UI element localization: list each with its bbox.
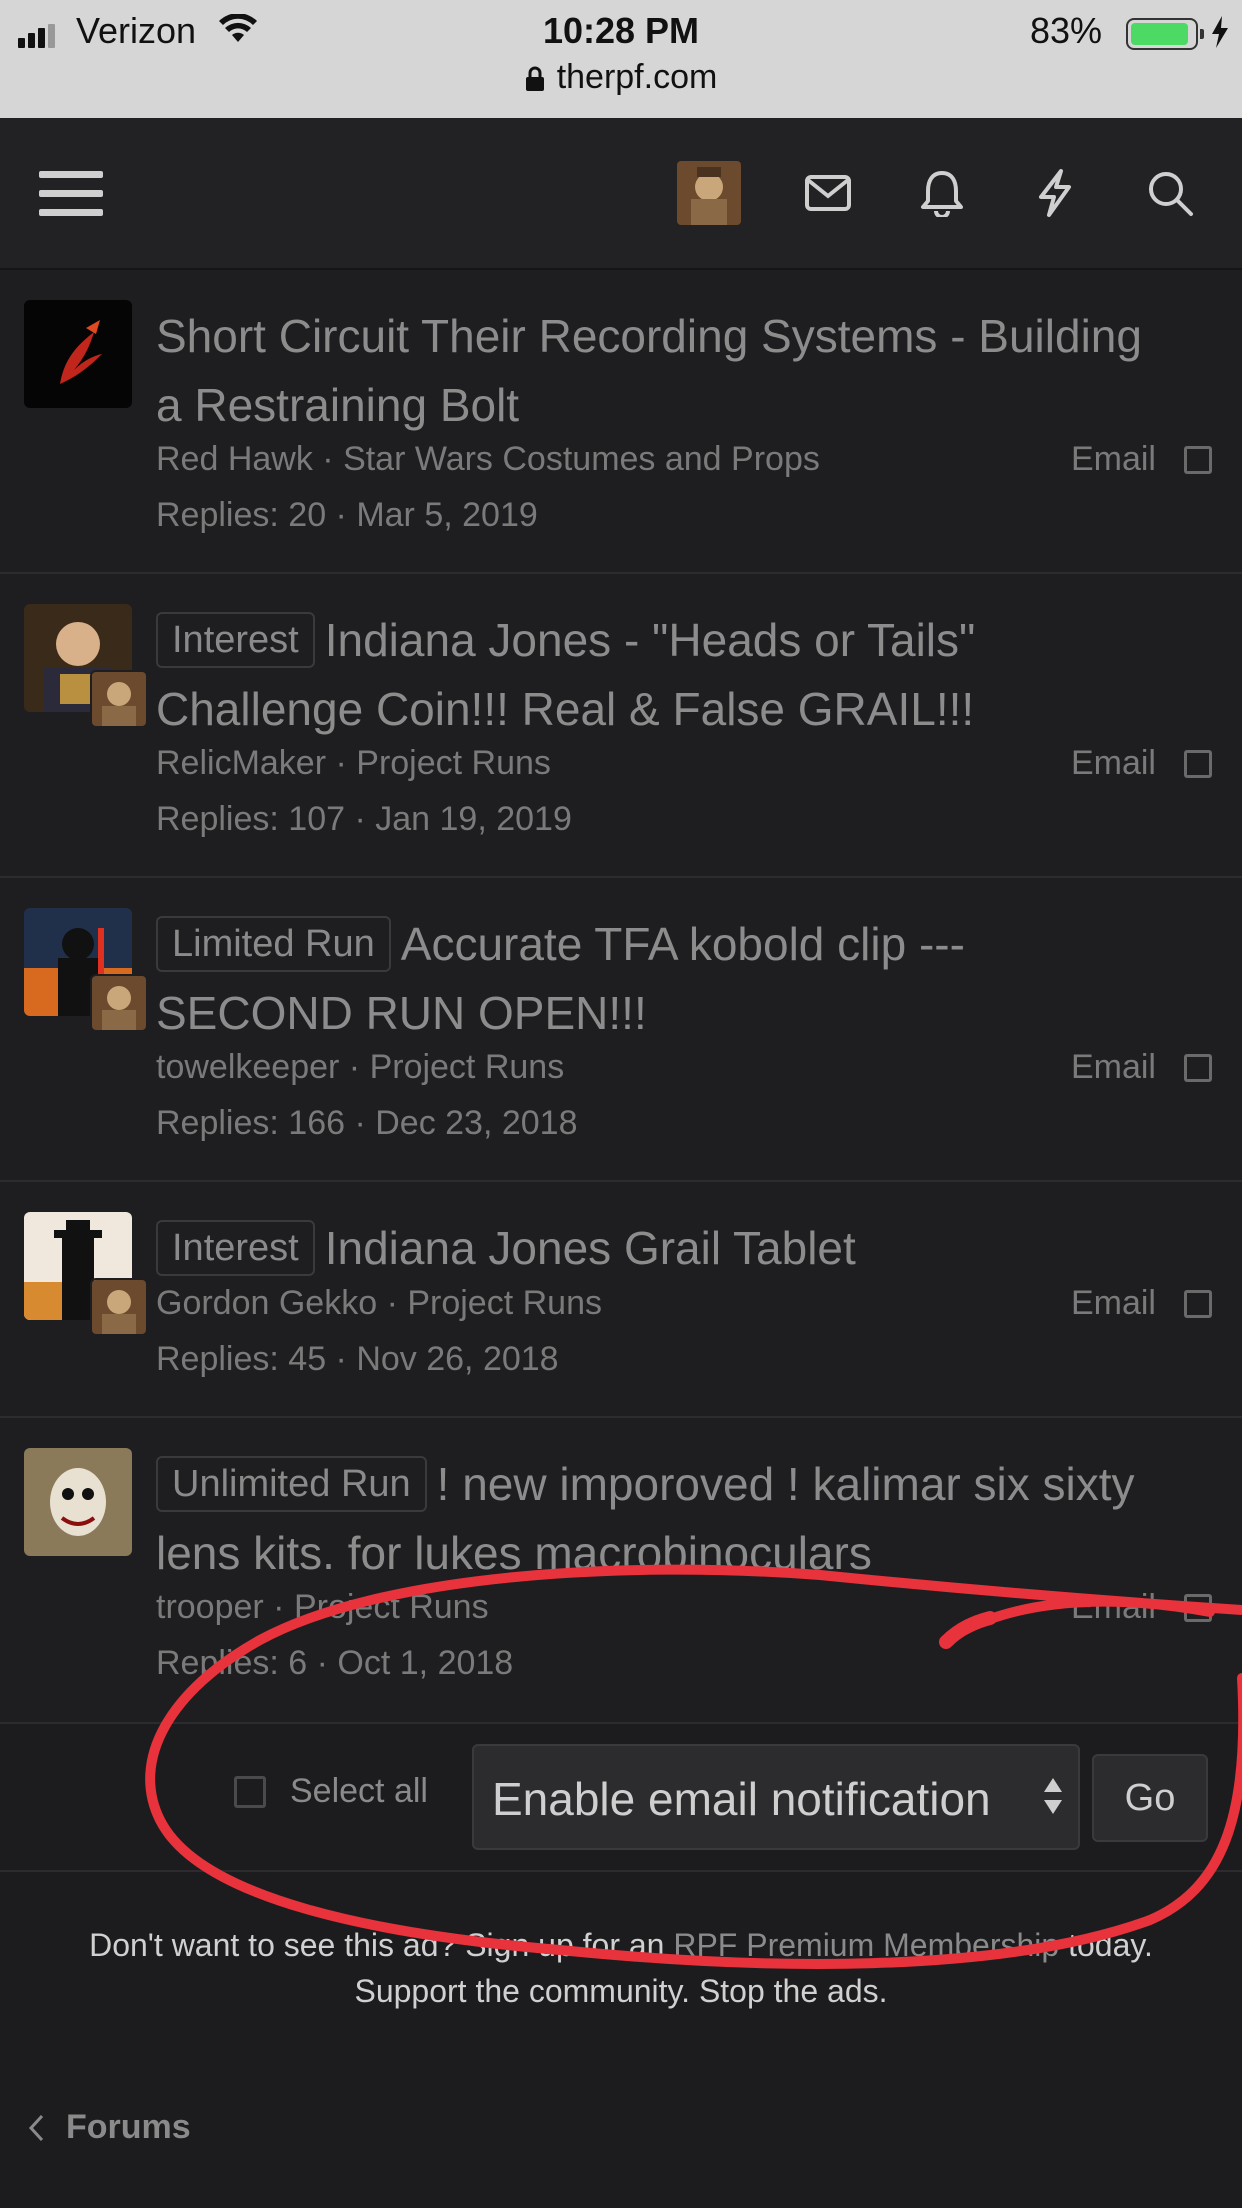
user-avatar-button[interactable]: [676, 118, 742, 268]
thread-stats: Replies: 166 · Dec 23, 2018: [156, 1104, 578, 1142]
thread-author-forum: trooper · Project Runs: [156, 1588, 489, 1626]
thread-checkbox[interactable]: [1184, 446, 1212, 474]
last-poster-avatar[interactable]: [90, 670, 148, 728]
thread-checkbox[interactable]: [1184, 1054, 1212, 1082]
thread-forum[interactable]: Project Runs: [294, 1588, 489, 1626]
top-navbar: [0, 118, 1242, 270]
bell-icon: [921, 171, 963, 217]
thread-title[interactable]: Interest Indiana Jones Grail Tablet: [156, 1214, 1156, 1283]
email-label: Email: [1070, 1284, 1156, 1322]
alerts-button[interactable]: [902, 118, 982, 268]
menu-button[interactable]: [36, 118, 106, 268]
thread-stats: Replies: 20 · Mar 5, 2019: [156, 496, 538, 534]
email-label: Email: [1070, 744, 1156, 782]
thread-row[interactable]: Interest Indiana Jones - "Heads or Tails"…: [0, 574, 1242, 878]
thread-author-forum: RelicMaker · Project Runs: [156, 744, 551, 782]
last-poster-avatar[interactable]: [90, 1278, 148, 1336]
lock-icon: [525, 62, 545, 101]
whats-new-button[interactable]: [1015, 118, 1095, 268]
thread-title[interactable]: Unlimited Run! new imporoved ! kalimar s…: [156, 1450, 1156, 1588]
search-button[interactable]: [1130, 118, 1210, 268]
thread-checkbox[interactable]: [1184, 750, 1212, 778]
thread-forum[interactable]: Project Runs: [407, 1284, 602, 1322]
thread-forum[interactable]: Star Wars Costumes and Props: [343, 440, 820, 478]
avatar[interactable]: [24, 300, 132, 408]
email-label: Email: [1070, 1048, 1156, 1086]
thread-title[interactable]: Limited Run Accurate TFA kobold clip --- …: [156, 910, 1156, 1048]
menu-icon: [39, 159, 103, 228]
avatar: [677, 161, 741, 225]
thread-checkbox[interactable]: [1184, 1594, 1212, 1622]
thread-author[interactable]: trooper: [156, 1588, 264, 1626]
thread-author-forum: Red Hawk · Star Wars Costumes and Props: [156, 440, 820, 478]
inbox-button[interactable]: [788, 118, 868, 268]
thread-stats: Replies: 107 · Jan 19, 2019: [156, 800, 572, 838]
thread-forum[interactable]: Project Runs: [370, 1048, 565, 1086]
email-label: Email: [1070, 440, 1156, 478]
thread-prefix[interactable]: Limited Run: [156, 916, 391, 972]
thread-prefix[interactable]: Interest: [156, 612, 315, 668]
thread-author[interactable]: towelkeeper: [156, 1048, 339, 1086]
chevron-left-icon: [28, 2114, 44, 2141]
thread-title[interactable]: Short Circuit Their Recording Systems - …: [156, 302, 1156, 440]
thread-stats: Replies: 6 · Oct 1, 2018: [156, 1644, 514, 1682]
thread-prefix[interactable]: Unlimited Run: [156, 1456, 427, 1512]
thread-prefix[interactable]: Interest: [156, 1220, 315, 1276]
thread-forum[interactable]: Project Runs: [356, 744, 551, 782]
mail-icon: [805, 175, 851, 211]
address-bar[interactable]: therpf.com: [0, 58, 1242, 101]
bolt-icon: [1039, 169, 1071, 217]
action-select[interactable]: Enable email notification: [472, 1744, 1080, 1850]
thread-row[interactable]: Interest Indiana Jones Grail Tablet Gordo…: [0, 1182, 1242, 1418]
avatar[interactable]: [24, 1448, 132, 1556]
action-select-value: Enable email notification: [492, 1773, 991, 1825]
thread-row[interactable]: Short Circuit Their Recording Systems - …: [0, 270, 1242, 574]
thread-stats: Replies: 45 · Nov 26, 2018: [156, 1340, 559, 1378]
charging-icon: [1210, 16, 1230, 53]
battery-percent: 83%: [1029, 10, 1102, 51]
breadcrumb[interactable]: Forums: [28, 2108, 191, 2147]
thread-author[interactable]: Red Hawk: [156, 440, 313, 478]
breadcrumb-forums[interactable]: Forums: [66, 2108, 191, 2147]
status-bar: Verizon 10:28 PM 83% therpf.com: [0, 0, 1242, 118]
select-all-label[interactable]: Select all: [290, 1772, 428, 1811]
ad-notice: Don't want to see this ad? Sign up for a…: [89, 1927, 1153, 2009]
thread-row[interactable]: Limited Run Accurate TFA kobold clip --- …: [0, 878, 1242, 1182]
thread-checkbox[interactable]: [1184, 1290, 1212, 1318]
battery-icon: [1126, 18, 1204, 50]
thread-title[interactable]: Interest Indiana Jones - "Heads or Tails"…: [156, 606, 1156, 744]
last-poster-avatar[interactable]: [90, 974, 148, 1032]
url-text: therpf.com: [556, 58, 718, 96]
select-arrows-icon: [1044, 1778, 1062, 1814]
search-icon: [1149, 172, 1193, 216]
thread-author[interactable]: RelicMaker: [156, 744, 326, 782]
bulk-action-bar: Select all Enable email notification Go: [0, 1724, 1242, 1872]
thread-author[interactable]: Gordon Gekko: [156, 1284, 377, 1322]
select-all-checkbox[interactable]: [234, 1776, 266, 1808]
premium-membership-link[interactable]: RPF Premium Membership: [673, 1927, 1059, 1963]
thread-row[interactable]: Unlimited Run! new imporoved ! kalimar s…: [0, 1418, 1242, 1724]
email-label: Email: [1070, 1588, 1156, 1626]
thread-author-forum: Gordon Gekko · Project Runs: [156, 1284, 602, 1322]
thread-author-forum: towelkeeper · Project Runs: [156, 1048, 565, 1086]
go-button[interactable]: Go: [1092, 1754, 1208, 1842]
